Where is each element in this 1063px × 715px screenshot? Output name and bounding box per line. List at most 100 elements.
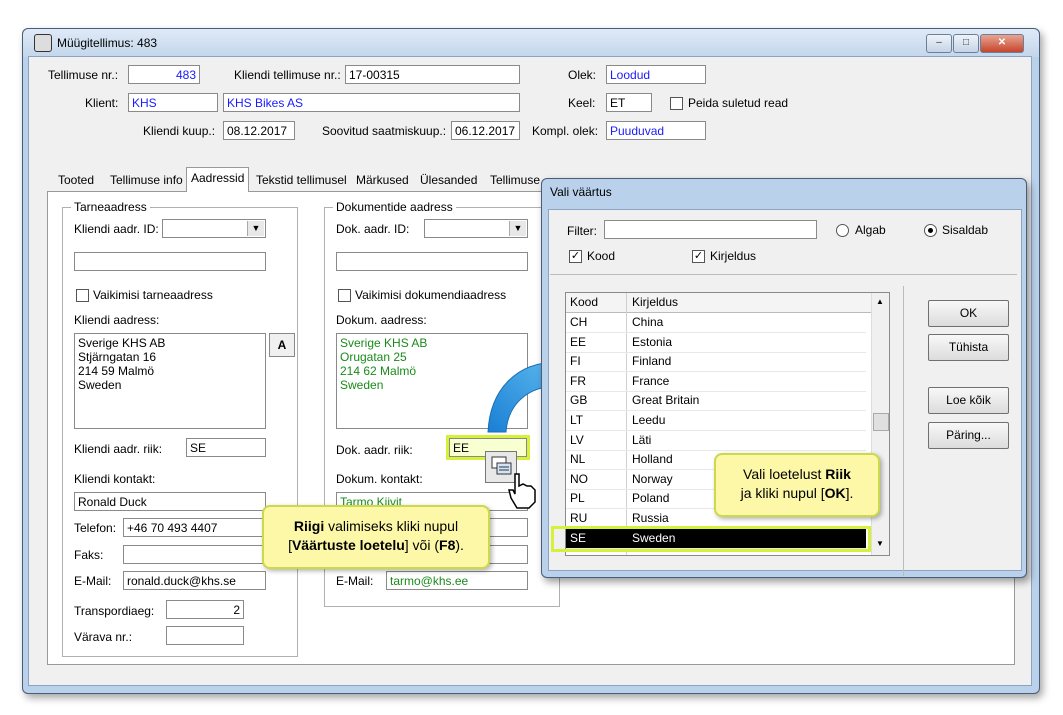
- delivery-country-field[interactable]: SE: [186, 438, 266, 457]
- order-no-field[interactable]: 483: [128, 65, 200, 84]
- row-code: FI: [570, 354, 581, 369]
- hide-closed-checkbox[interactable]: [670, 97, 683, 110]
- doc-contact-label: Dokum. kontakt:: [336, 472, 423, 486]
- minimize-button[interactable]: –: [926, 34, 952, 53]
- list-row[interactable]: LV Läti: [566, 431, 866, 451]
- client-name-field[interactable]: KHS Bikes AS: [223, 93, 520, 112]
- doc-email-field[interactable]: tarmo@khs.ee: [386, 571, 528, 590]
- complete-status-field[interactable]: Puuduvad: [606, 121, 706, 140]
- delivery-address-label: Kliendi aadress:: [74, 313, 160, 327]
- fax-label: Faks:: [74, 548, 104, 562]
- row-code: NO: [570, 471, 588, 486]
- callout-right-bold2: OK: [824, 485, 846, 501]
- delivery-address-memo[interactable]: Sverige KHS AB Stjärngatan 16 214 59 Mal…: [74, 333, 266, 429]
- scroll-down-icon[interactable]: ▼: [876, 539, 884, 548]
- client-date-field[interactable]: 08.12.2017: [223, 121, 295, 140]
- client-date-label: Kliendi kuup.:: [143, 124, 216, 138]
- list-row[interactable]: CH China: [566, 313, 866, 333]
- close-button[interactable]: ✕: [980, 34, 1024, 53]
- doc-address-label: Dokum. aadress:: [336, 313, 427, 327]
- tab-aadressid[interactable]: Aadressid: [186, 167, 250, 192]
- list-header: Kood Kirjeldus: [566, 293, 872, 313]
- row-description: Finland: [632, 354, 672, 369]
- list-row[interactable]: FI Finland: [566, 352, 866, 373]
- delivery-addr-extra-field[interactable]: [74, 252, 266, 271]
- callout-right-text2: ja kliki nupul [: [740, 485, 825, 501]
- desired-delivery-field[interactable]: 06.12.2017: [451, 121, 520, 140]
- chk-desc[interactable]: ✓: [692, 250, 705, 263]
- row-description: Holland: [632, 452, 673, 467]
- doc-email-label: E-Mail:: [336, 574, 374, 588]
- delivery-addr-id-label: Kliendi aadr. ID:: [74, 222, 159, 236]
- address-a-button[interactable]: A: [269, 333, 295, 357]
- tab-tellimuse[interactable]: Tellimuse: [486, 170, 544, 190]
- gate-field[interactable]: [166, 626, 244, 645]
- scroll-thumb[interactable]: [873, 413, 889, 431]
- row-description: Great Britain: [632, 393, 700, 408]
- callout-right-text3: ].: [845, 485, 854, 501]
- load-all-button[interactable]: Loe kõik: [928, 387, 1009, 414]
- list-row[interactable]: LT Leedu: [566, 411, 866, 431]
- row-code: PL: [570, 491, 585, 506]
- chk-desc-label: Kirjeldus: [710, 249, 757, 263]
- complete-status-label: Kompl. olek:: [532, 124, 599, 138]
- client-order-no-label: Kliendi tellimuse nr.:: [234, 68, 341, 82]
- delivery-contact-field[interactable]: Ronald Duck: [74, 492, 266, 511]
- row-code: LV: [570, 432, 584, 447]
- delivery-default-checkbox[interactable]: [76, 289, 89, 302]
- hand-cursor-icon: [508, 473, 536, 509]
- doc-default-checkbox[interactable]: [338, 289, 351, 302]
- row-description: Poland: [632, 491, 670, 506]
- transport-field[interactable]: 2: [166, 600, 244, 619]
- app-icon: [34, 34, 52, 52]
- cancel-button[interactable]: Tühista: [928, 334, 1009, 361]
- doc-country-label: Dok. aadr. riik:: [336, 443, 413, 457]
- filter-input[interactable]: [604, 220, 817, 239]
- callout-left-bold1: Riigi: [293, 518, 325, 534]
- callout-left-bold2: Väärtuste loetelu: [291, 537, 405, 553]
- chevron-down-icon[interactable]: ▼: [509, 221, 526, 236]
- row-code: CH: [570, 315, 588, 329]
- doc-addr-id-combo[interactable]: ▼: [424, 219, 528, 238]
- tab-tellimuse-info[interactable]: Tellimuse info: [106, 170, 187, 190]
- chevron-down-icon[interactable]: ▼: [247, 221, 264, 236]
- client-order-no-field[interactable]: 17-00315: [345, 65, 520, 84]
- delivery-addr-id-combo[interactable]: ▼: [162, 219, 266, 238]
- desired-delivery-label: Soovitud saatmiskuup.:: [322, 124, 447, 138]
- list-row[interactable]: FR France: [566, 372, 866, 392]
- callout-select-country: Vali loetelust Riik ja kliki nupul [OK].: [714, 453, 880, 517]
- query-button[interactable]: Päring...: [928, 422, 1009, 449]
- order-no-label: Tellimuse nr.:: [48, 68, 119, 82]
- radio-contains[interactable]: [924, 224, 937, 237]
- delivery-email-field[interactable]: ronald.duck@khs.se: [123, 571, 266, 590]
- tab-tekstid-tellimusel[interactable]: Tekstid tellimusel: [252, 170, 351, 190]
- tab-tooted[interactable]: Tooted: [54, 170, 98, 190]
- radio-starts[interactable]: [836, 224, 849, 237]
- col-code-header[interactable]: Kood: [570, 295, 598, 309]
- maximize-button[interactable]: □: [953, 34, 979, 53]
- doc-default-label: Vaikimisi dokumendiaadress: [355, 288, 507, 302]
- phone-field[interactable]: +46 70 493 4407: [123, 518, 266, 537]
- hide-closed-label: Peida suletud read: [688, 96, 789, 110]
- callout-left-bold3: F8: [439, 537, 456, 553]
- list-row[interactable]: GB Great Britain: [566, 391, 866, 412]
- client-code-field[interactable]: KHS: [128, 93, 218, 112]
- language-field[interactable]: ET: [606, 93, 652, 112]
- col-desc-header[interactable]: Kirjeldus: [632, 295, 678, 309]
- gate-label: Värava nr.:: [74, 630, 133, 644]
- chk-code[interactable]: ✓: [569, 250, 582, 263]
- tab-ulesanded[interactable]: Ülesanded: [416, 170, 481, 190]
- doc-addr-extra-field[interactable]: [336, 252, 528, 271]
- status-field[interactable]: Loodud: [606, 65, 706, 84]
- list-row[interactable]: EE Estonia: [566, 333, 866, 353]
- tab-markused[interactable]: Märkused: [352, 170, 413, 190]
- scroll-up-icon[interactable]: ▲: [876, 297, 884, 306]
- fax-field[interactable]: [123, 545, 266, 564]
- value-dialog: Vali väärtus Filter: Algab Sisaldab ✓ Ko…: [541, 178, 1027, 578]
- ok-button[interactable]: OK: [928, 300, 1009, 327]
- language-label: Keel:: [568, 96, 596, 110]
- delivery-country-label: Kliendi aadr. riik:: [74, 442, 163, 456]
- phone-label: Telefon:: [74, 521, 117, 535]
- transport-label: Transpordiaeg:: [74, 604, 155, 618]
- callout-left-text2c: ).: [455, 537, 464, 553]
